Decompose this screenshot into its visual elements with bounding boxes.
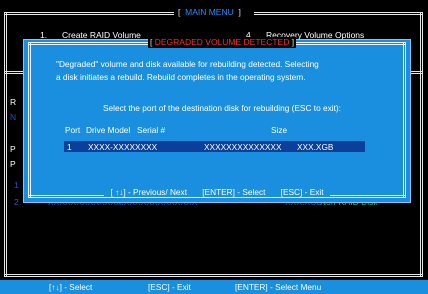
dialog-frame-left xyxy=(28,42,31,198)
disk-size: XXX.XGB xyxy=(297,142,334,152)
dialog-prompt: Select the port of the destination disk … xyxy=(103,103,341,113)
bg-letter: R xyxy=(10,97,17,107)
frame-bottom xyxy=(4,274,423,277)
frame-top-right xyxy=(254,12,423,15)
frame-divider-left xyxy=(4,71,23,74)
status-select-hint: [↑↓] - Select xyxy=(49,282,93,292)
column-header-port: Port xyxy=(65,125,81,135)
column-header-size: Size xyxy=(271,125,288,135)
footer-esc-hint: [ESC] - Exit xyxy=(277,187,327,197)
frame-divider-right xyxy=(409,71,423,74)
column-header-drive-model: Drive Model xyxy=(86,125,131,135)
dialog-message-line-2: a disk initiates a rebuild. Rebuild comp… xyxy=(56,72,306,82)
dialog-message-line-1: "Degraded" volume and disk available for… xyxy=(56,59,319,69)
bg-letter: P xyxy=(10,144,16,154)
status-bar: [↑↓] - Select [ESC] - Exit [ENTER] - Sel… xyxy=(0,280,428,294)
bg-letter: P xyxy=(10,159,16,169)
disk-port: 1 xyxy=(67,142,72,152)
dialog-title: [ DEGRADED VOLUME DETECTED ] xyxy=(148,37,297,48)
dialog-frame-right xyxy=(403,42,406,198)
disk-serial: XXXXXXXXXXXXXX xyxy=(204,142,282,152)
frame-right xyxy=(420,12,423,277)
degraded-volume-dialog: [ DEGRADED VOLUME DETECTED ] "Degraded" … xyxy=(23,37,411,203)
status-exit-hint: [ESC] - Exit xyxy=(148,282,191,292)
main-menu-title: [ MAIN MENU ] xyxy=(175,7,244,17)
frame-left xyxy=(4,12,7,277)
disk-row-selected[interactable]: 1 XXXX-XXXXXXXX XXXXXXXXXXXXXX XXX.XGB xyxy=(64,141,365,152)
bg-letter: 1 xyxy=(14,180,19,190)
bios-screen: [ MAIN MENU ] 1. Create RAID Volume 4. R… xyxy=(0,0,428,294)
dialog-footer: [ ↑↓] - Previous/ Next [ENTER] - Select … xyxy=(24,182,410,200)
frame-top-left xyxy=(4,12,174,15)
status-enter-menu-hint: [ENTER] - Select Menu xyxy=(235,282,322,292)
bg-letter: N xyxy=(10,112,17,122)
footer-nav-hint: [ ↑↓] - Previous/ Next xyxy=(107,187,191,197)
footer-enter-hint: [ENTER] - Select xyxy=(199,187,269,197)
disk-model: XXXX-XXXXXXXX xyxy=(88,142,158,152)
column-header-serial: Serial # xyxy=(137,125,166,135)
